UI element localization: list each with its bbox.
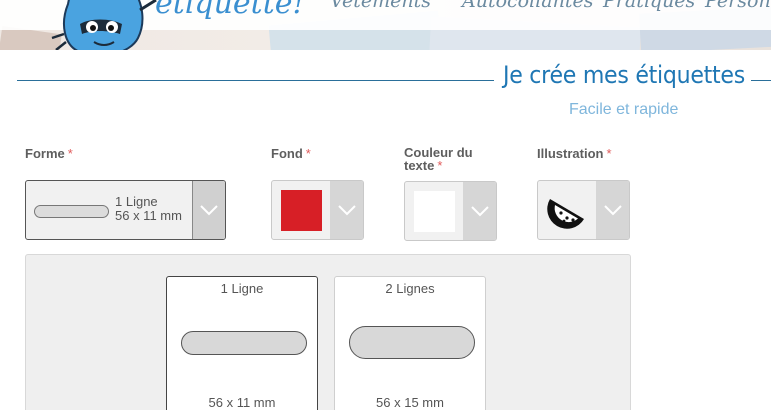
forme-label: Forme * — [25, 147, 73, 160]
illustration-select[interactable] — [537, 180, 630, 240]
shape-preview-icon — [34, 205, 109, 218]
page-subtitle: Facile et rapide — [569, 101, 679, 118]
shape-2-lignes-preview-icon — [349, 326, 475, 359]
forme-dropdown-toggle[interactable] — [192, 181, 225, 239]
fond-dropdown-toggle[interactable] — [330, 181, 363, 239]
forme-dropdown-panel: 1 Ligne 56 x 11 mm 2 Lignes 56 x 15 mm — [25, 254, 631, 410]
main-nav: Vêtements Autocollantes Pratiques Person… — [0, 0, 771, 12]
couleur-texte-select[interactable] — [404, 181, 497, 241]
shape-option-size: 56 x 15 mm — [376, 395, 444, 410]
nav-item-vetements[interactable]: Vêtements — [330, 0, 431, 12]
nav-item-autocollantes[interactable]: Autocollantes — [462, 0, 593, 12]
forme-label-text: Forme — [25, 146, 65, 161]
couleur-dropdown-toggle[interactable] — [463, 182, 496, 240]
illustration-dropdown-toggle[interactable] — [596, 181, 629, 239]
required-marker: * — [67, 146, 73, 161]
fond-label-text: Fond — [271, 146, 303, 161]
forme-value-size: 56 x 11 mm — [115, 208, 182, 223]
required-marker: * — [305, 146, 311, 161]
chevron-down-icon — [603, 205, 622, 216]
illustration-label: Illustration * — [537, 147, 612, 160]
couleur-label-line2: texte — [404, 158, 435, 173]
shape-option-name: 2 Lignes — [385, 281, 435, 296]
header-banner: étiquette! Vêtements Autocollantes Prati… — [0, 0, 771, 50]
nav-item-personnalisees[interactable]: Personn — [705, 0, 771, 12]
couleur-label: Couleur du texte * — [404, 146, 473, 172]
fond-color-swatch — [281, 190, 322, 231]
fond-select[interactable] — [271, 180, 364, 240]
forme-value: 1 Ligne 56 x 11 mm — [115, 195, 182, 223]
shape-option-2-lignes[interactable]: 2 Lignes 56 x 15 mm — [334, 276, 486, 410]
watermelon-icon — [547, 199, 584, 229]
shape-option-name: 1 Ligne — [220, 281, 264, 296]
required-marker: * — [606, 146, 612, 161]
shape-option-size: 56 x 11 mm — [208, 395, 276, 410]
title-divider — [17, 80, 494, 81]
chevron-down-icon — [470, 206, 489, 217]
shape-1-ligne-preview-icon — [181, 331, 307, 355]
texte-color-swatch — [414, 191, 455, 232]
illustration-label-text: Illustration — [537, 146, 604, 161]
title-divider — [751, 80, 771, 81]
nav-item-pratiques[interactable]: Pratiques — [603, 0, 695, 12]
chevron-down-icon — [200, 205, 218, 216]
fond-label: Fond * — [271, 147, 311, 160]
forme-select[interactable]: 1 Ligne 56 x 11 mm — [25, 180, 226, 240]
required-marker: * — [437, 158, 443, 173]
page-title: Je crée mes étiquettes — [503, 61, 745, 89]
shape-option-1-ligne[interactable]: 1 Ligne 56 x 11 mm — [166, 276, 318, 410]
forme-value-line: 1 Ligne — [115, 194, 158, 209]
chevron-down-icon — [337, 205, 356, 216]
